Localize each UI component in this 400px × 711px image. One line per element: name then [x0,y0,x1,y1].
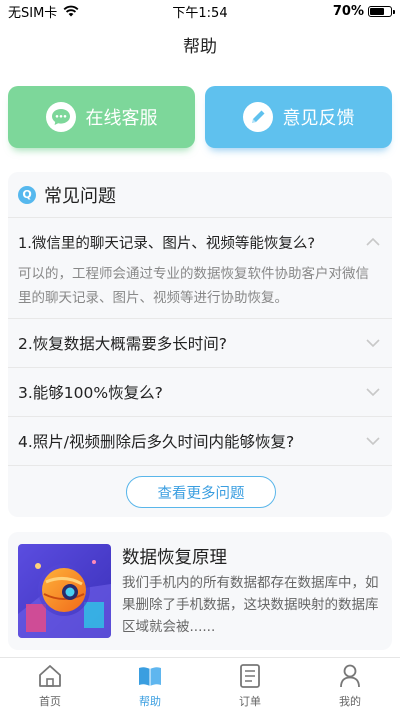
faq-question-row: 2.恢复数据大概需要多长时间? [18,319,382,367]
chevron-down-icon[interactable] [364,334,382,352]
faq-item-1[interactable]: 1.微信里的聊天记录、图片、视频等能恢复么? 可以的，工程师会通过专业的数据恢复… [8,218,392,319]
status-right: 70% [332,3,395,19]
recovery-principle-card[interactable]: 数据恢复原理 我们手机内的所有数据都存在数据库中，如果删除了手机数据，这块数据映… [8,532,392,650]
tab-help-label: 帮助 [139,695,161,708]
bottom-tab-bar: 首页 帮助 订单 我的 [0,657,400,711]
tab-orders[interactable]: 订单 [200,658,300,711]
recovery-illustration [18,544,111,638]
chevron-down-icon[interactable] [364,432,382,450]
book-icon [139,667,161,686]
faq-card: Q 常见问题 1.微信里的聊天记录、图片、视频等能恢复么? 可以的，工程师会通过… [8,172,392,517]
faq-question: 4.照片/视频删除后多久时间内能够恢复? [18,433,295,451]
feedback-button[interactable]: 意见反馈 [205,86,392,148]
tab-profile[interactable]: 我的 [300,658,400,711]
tab-help[interactable]: 帮助 [100,658,200,711]
feedback-label: 意见反馈 [282,108,355,129]
battery-icon [368,5,395,17]
page-title: 帮助 [183,37,217,57]
recovery-description: 我们手机内的所有数据都存在数据库中，如果删除了手机数据，这块数据映射的数据库区域… [122,575,379,635]
status-left: 无SIM卡 [8,2,79,21]
faq-question-row: 4.照片/视频删除后多久时间内能够恢复? [18,417,382,465]
faq-item-2[interactable]: 2.恢复数据大概需要多长时间? [8,319,392,368]
faq-answer: 可以的，工程师会通过专业的数据恢复软件协助客户对微信里的聊天记录、图片、视频等进… [18,266,369,306]
order-icon [240,664,260,688]
chevron-down-icon[interactable] [364,383,382,401]
battery-percent: 70% [332,3,364,19]
tab-home-label: 首页 [39,695,61,708]
faq-item-3[interactable]: 3.能够100%恢复么? [8,368,392,417]
status-bar: 无SIM卡 下午1:54 70% [0,0,400,22]
faq-title: 常见问题 [44,185,116,207]
user-icon [340,664,360,688]
tab-profile-label: 我的 [339,695,361,708]
faq-question-row: 3.能够100%恢复么? [18,368,382,416]
tab-home[interactable]: 首页 [0,658,100,711]
online-service-button[interactable]: 在线客服 [8,86,195,148]
chat-bubble-icon [45,102,76,132]
online-service-label: 在线客服 [85,108,158,129]
tab-orders-label: 订单 [239,695,261,708]
chevron-up-icon[interactable] [364,233,382,251]
faq-item-4[interactable]: 4.照片/视频删除后多久时间内能够恢复? [8,417,392,466]
home-icon [39,665,61,687]
carrier-text: 无SIM卡 [8,5,58,21]
question-icon: Q [18,185,36,204]
pencil-icon [242,102,273,132]
faq-question: 2.恢复数据大概需要多长时间? [18,335,228,353]
battery-fill [370,7,384,15]
more-questions-button[interactable]: 查看更多问题 [126,476,276,508]
faq-question: 1.微信里的聊天记录、图片、视频等能恢复么? [18,235,316,252]
faq-question: 3.能够100%恢复么? [18,384,163,402]
wifi-icon [63,5,79,17]
faq-header: Q 常见问题 [8,172,392,218]
faq-question-row: 1.微信里的聊天记录、图片、视频等能恢复么? [18,218,382,266]
recovery-title: 数据恢复原理 [122,548,227,568]
